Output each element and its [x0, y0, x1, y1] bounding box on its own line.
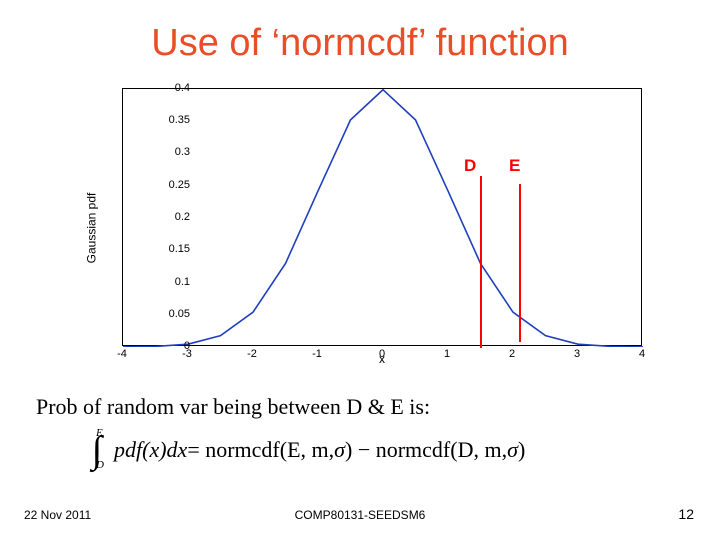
marker-line-E: [519, 184, 521, 342]
x-axis-label: x: [122, 352, 642, 366]
ytick-8: 0.4: [124, 82, 190, 94]
ytick-3: 0.15: [124, 243, 190, 255]
ytick-7: 0.35: [124, 114, 190, 126]
integrand-var: (x)dx: [142, 437, 187, 463]
ytick-5: 0.25: [124, 179, 190, 191]
caption-text: Prob of random var being between D & E i…: [36, 394, 430, 420]
ytick-6: 0.3: [124, 146, 190, 158]
marker-label-E: E: [509, 156, 520, 176]
formula-eq: = normcdf(E, m,: [187, 437, 334, 463]
formula: E ∫ D pdf (x)dx = normcdf(E, m, σ ) − no…: [80, 428, 525, 472]
gaussian-pdf-chart: Gaussian pdf 0 0.05 0.1 0.15 0.2 0.25 0.…: [64, 78, 656, 378]
plot-area: [122, 88, 642, 346]
footer-course: COMP80131-SEEDSM6: [0, 508, 720, 522]
integral-upper: E: [96, 427, 103, 439]
formula-mid: ) − normcdf(D, m,: [345, 437, 507, 463]
ytick-1: 0.05: [124, 308, 190, 320]
ytick-4: 0.2: [124, 211, 190, 223]
slide-title: Use of ‘normcdf’ function: [0, 22, 720, 65]
marker-label-D: D: [464, 156, 476, 176]
formula-sigma1: σ: [334, 437, 345, 463]
integral-sign: E ∫ D: [80, 431, 114, 469]
formula-end: ): [518, 437, 525, 463]
marker-line-D: [480, 176, 482, 348]
gaussian-curve: [123, 89, 643, 347]
integrand-fn: pdf: [114, 437, 142, 463]
formula-sigma2: σ: [507, 437, 518, 463]
ytick-2: 0.1: [124, 276, 190, 288]
integral-lower: D: [96, 459, 104, 471]
y-axis-label: Gaussian pdf: [84, 193, 98, 264]
page-number: 12: [678, 506, 694, 522]
